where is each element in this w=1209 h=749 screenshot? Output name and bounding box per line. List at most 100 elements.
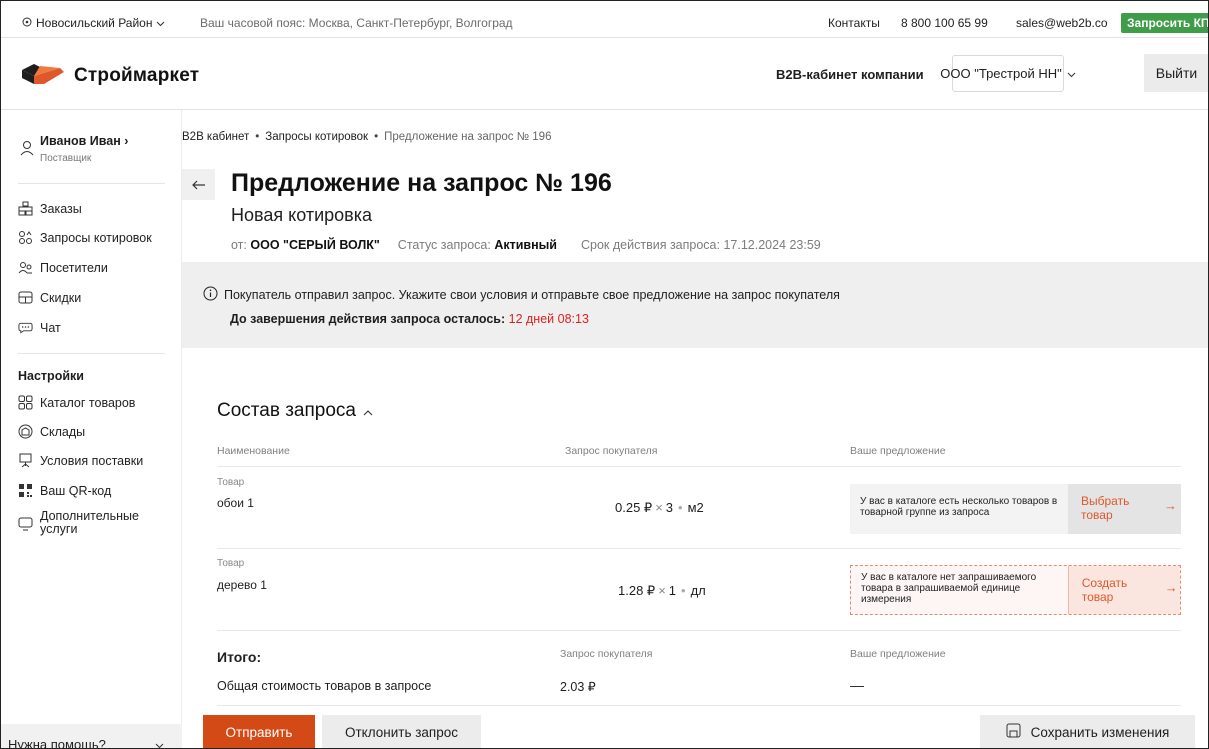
deadline-countdown: 12 дней 08:13	[508, 312, 589, 326]
sidebar-item-quotes[interactable]: Запросы котировок	[18, 230, 152, 245]
item-unit: м2	[687, 500, 704, 515]
reject-button[interactable]: Отклонить запрос	[322, 715, 481, 749]
item-qty: 1	[668, 583, 677, 598]
services-icon	[18, 516, 33, 531]
location-icon	[22, 16, 32, 30]
save-icon	[1006, 723, 1021, 741]
request-kp-button[interactable]: Запросить КП	[1121, 13, 1209, 33]
row-divider	[217, 705, 1181, 706]
chevron-down-icon	[156, 16, 165, 30]
item-price: 0.25 ₽	[615, 500, 653, 515]
total-column-header: Ваше предложение	[850, 648, 946, 660]
page-title: Предложение на запрос № 196	[231, 169, 612, 197]
sidebar-item-visitors[interactable]: Посетители	[18, 260, 108, 275]
deadline-text: Срок действия запроса: 17.12.2024 23:59	[581, 238, 821, 252]
sidebar-divider	[18, 353, 165, 354]
from-label: от:	[231, 238, 247, 252]
sidebar: Иванов Иван › Поставщик Заказы Запросы к…	[0, 110, 182, 749]
total-label: Итого:	[217, 649, 262, 665]
separator-dot: •	[678, 500, 683, 515]
status-value: Активный	[494, 238, 557, 252]
create-product-button[interactable]: Создать товар →	[1067, 566, 1180, 614]
quotes-icon	[18, 230, 33, 245]
email-link[interactable]: sales@web2b.co	[1016, 16, 1108, 30]
cabinet-label: B2B-кабинет компании	[776, 67, 924, 82]
logout-button[interactable]: Выйти	[1144, 54, 1209, 92]
qr-icon	[18, 483, 33, 498]
sidebar-item-chat[interactable]: Чат	[18, 320, 61, 335]
help-section[interactable]: Нужна помощь?	[0, 724, 182, 749]
logo[interactable]: Строймаркет	[20, 62, 199, 89]
chat-icon	[18, 320, 33, 335]
sidebar-item-orders[interactable]: Заказы	[18, 201, 82, 216]
multiply-sign: ×	[658, 583, 666, 598]
breadcrumb-separator: •	[255, 131, 260, 143]
sidebar-item-warehouses[interactable]: Склады	[18, 424, 85, 439]
item-price: 1.28 ₽	[618, 583, 656, 598]
discounts-icon	[18, 290, 33, 305]
catalog-icon	[18, 395, 33, 410]
section-toggle[interactable]: Состав запроса	[217, 400, 373, 422]
total-offer: —	[850, 677, 864, 693]
item-type: Товар	[217, 558, 245, 569]
back-button[interactable]	[182, 169, 215, 200]
request-meta: от: ООО "СЕРЫЙ ВОЛК" Статус запроса: Акт…	[231, 238, 821, 252]
status-label: Статус запроса:	[397, 238, 491, 252]
deadline-label: До завершения действия запроса осталось:	[230, 312, 506, 326]
info-icon	[203, 286, 218, 304]
user-name: Иванов Иван ›	[40, 134, 129, 148]
column-header: Ваше предложение	[850, 445, 946, 457]
visitors-icon	[18, 260, 33, 275]
row-divider	[217, 630, 1181, 631]
breadcrumb: B2B кабинет • Запросы котировок • Предло…	[182, 131, 551, 143]
sidebar-divider	[18, 183, 165, 184]
sidebar-item-discounts[interactable]: Скидки	[18, 290, 81, 305]
sidebar-item-delivery[interactable]: Условия поставки	[18, 453, 143, 468]
breadcrumb-link[interactable]: Запросы котировок	[265, 131, 368, 143]
offer-message: У вас в каталоге нет запрашиваемого това…	[861, 572, 1037, 605]
item-qty: 3	[665, 500, 674, 515]
arrow-left-icon	[191, 174, 206, 195]
choose-product-button[interactable]: Выбрать товар →	[1068, 484, 1181, 534]
sidebar-item-services[interactable]: Дополнительные услуги	[18, 510, 150, 536]
sidebar-item-qr[interactable]: Ваш QR-код	[18, 483, 111, 498]
notice-text: Покупатель отправил запрос. Укажите свои…	[224, 288, 840, 302]
row-divider	[217, 548, 1181, 549]
contacts-link[interactable]: Контакты	[828, 16, 880, 30]
settings-heading: Настройки	[18, 369, 84, 383]
breadcrumb-separator: •	[374, 131, 379, 143]
row-divider	[217, 466, 1181, 467]
save-label: Сохранить изменения	[1030, 724, 1170, 740]
sidebar-item-label: Посетители	[40, 260, 108, 275]
save-button[interactable]: Сохранить изменения	[980, 715, 1195, 749]
logo-text: Строймаркет	[74, 64, 200, 86]
multiply-sign: ×	[655, 500, 663, 515]
delivery-icon	[18, 453, 33, 468]
notice-banner: Покупатель отправил запрос. Укажите свои…	[182, 262, 1209, 348]
from-value: ООО "СЕРЫЙ ВОЛК"	[250, 238, 380, 252]
breadcrumb-link[interactable]: B2B кабинет	[182, 131, 249, 143]
sidebar-item-label: Склады	[40, 424, 86, 439]
arrow-right-icon: →	[1164, 498, 1177, 513]
top-bar: Новосильский Район Ваш часовой пояс: Мос…	[0, 0, 1209, 38]
section-title: Состав запроса	[217, 400, 356, 421]
phone-link[interactable]: 8 800 100 65 99	[901, 16, 988, 30]
send-button[interactable]: Отправить	[203, 715, 315, 749]
sidebar-item-label: Чат	[40, 320, 61, 335]
offer-box-warning: У вас в каталоге нет запрашиваемого това…	[850, 565, 1181, 615]
column-header: Наименование	[217, 445, 290, 457]
company-select[interactable]: ООО "Трестрой НН"	[940, 55, 1076, 92]
chevron-up-icon	[363, 400, 373, 422]
region-selector[interactable]: Новосильский Район	[22, 16, 165, 30]
user-role: Поставщик	[40, 153, 92, 164]
page-subtitle: Новая котировка	[231, 205, 372, 225]
column-header: Запрос покупателя	[565, 445, 658, 457]
item-request: 0.25 ₽ × 3 • м2	[615, 500, 704, 516]
timezone-text: Ваш часовой пояс: Москва, Санкт-Петербур…	[200, 16, 513, 30]
chevron-down-icon	[1067, 66, 1076, 81]
sidebar-item-catalog[interactable]: Каталог товаров	[18, 395, 135, 410]
notice-line: Покупатель отправил запрос. Укажите свои…	[203, 286, 840, 304]
offer-action-label: Выбрать товар	[1081, 494, 1130, 522]
company-name: ООО "Трестрой НН"	[940, 66, 1062, 81]
sidebar-item-label: Ваш QR-код	[40, 483, 112, 498]
